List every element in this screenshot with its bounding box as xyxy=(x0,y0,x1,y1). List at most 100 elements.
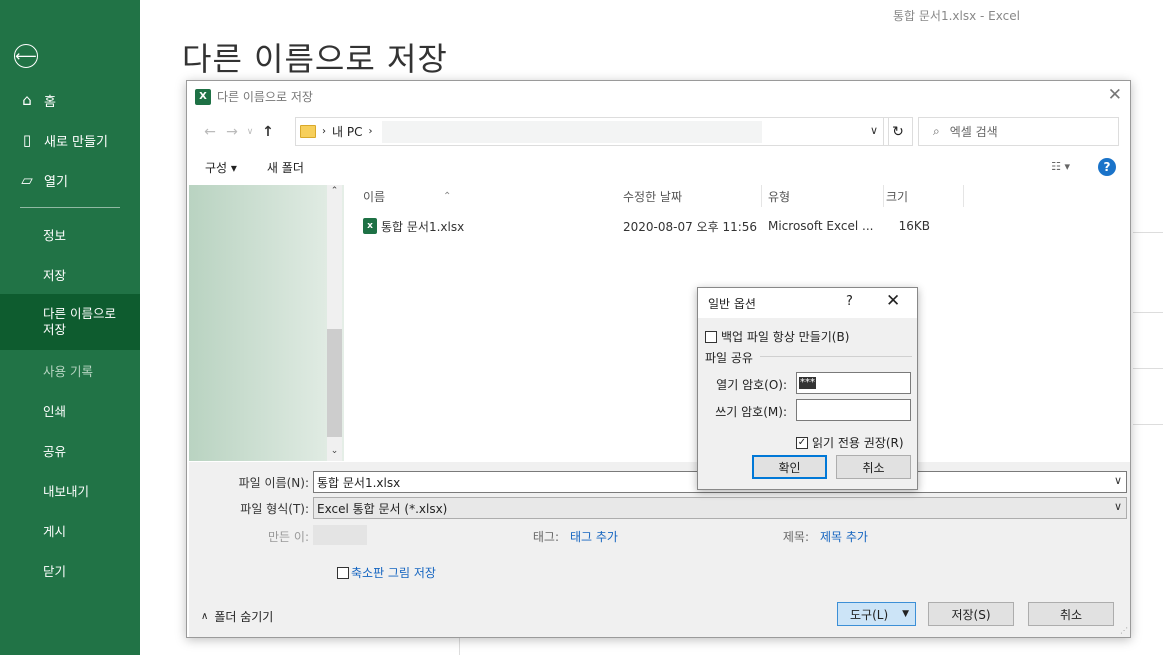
back-arrow-icon[interactable]: ⟵ xyxy=(14,44,38,68)
navigation-bar: ← → ∨ ↑ › 내 PC › ∨ ↻ ⌕ 엑셀 검색 xyxy=(199,117,1119,147)
help-icon[interactable]: ? xyxy=(1098,158,1116,176)
up-arrow-icon[interactable]: ↑ xyxy=(257,124,279,140)
divider xyxy=(1133,232,1163,233)
open-password-input[interactable]: *** xyxy=(796,372,911,394)
navigation-pane[interactable] xyxy=(189,185,344,461)
hide-folders-button[interactable]: ∧ 폴더 숨기기 xyxy=(201,608,273,625)
file-type: Microsoft Excel ... xyxy=(768,219,874,233)
dialog-title: 다른 이름으로 저장 xyxy=(217,90,313,104)
sidebar-item-history[interactable]: 사용 기록 xyxy=(0,350,140,390)
cancel-button[interactable]: 취소 xyxy=(1028,602,1114,626)
filename-label: 파일 이름(N): xyxy=(238,476,309,490)
chevron-down-icon[interactable]: ∨ xyxy=(1114,500,1122,513)
excel-file-icon: x xyxy=(363,218,377,234)
backup-checkbox[interactable]: 백업 파일 항상 만들기(B) xyxy=(705,328,849,345)
author-label: 만든 이: xyxy=(268,530,309,544)
file-row[interactable]: x 통합 문서1.xlsx 2020-08-07 오후 11:56 Micros… xyxy=(363,215,963,237)
sidebar-item-share[interactable]: 공유 xyxy=(0,430,140,470)
title-label: 제목: xyxy=(782,530,809,544)
scrollbar-thumb[interactable] xyxy=(327,329,342,437)
column-date[interactable]: 수정한 날짜 xyxy=(623,188,768,205)
cancel-button[interactable]: 취소 xyxy=(836,455,911,479)
sidebar-item-save[interactable]: 저장 xyxy=(0,254,140,294)
window-title: 통합 문서1.xlsx - Excel xyxy=(893,9,1020,23)
open-folder-icon: ▱ xyxy=(21,171,33,189)
close-icon[interactable]: ✕ xyxy=(886,291,900,311)
add-tags-link[interactable]: 태그 추가 xyxy=(570,528,618,545)
page-title: 다른 이름으로 저장 xyxy=(182,40,448,78)
organize-button[interactable]: 구성 ▾ xyxy=(205,159,237,176)
folder-icon xyxy=(300,125,316,138)
readonly-checkbox[interactable]: ✓ 읽기 전용 권장(R) xyxy=(796,434,904,451)
tags-label: 태그: xyxy=(532,530,559,544)
tools-label: 도구(L) xyxy=(850,607,889,622)
write-password-input[interactable] xyxy=(796,399,911,421)
thumbnail-checkbox[interactable]: 축소판 그림 저장 xyxy=(337,564,436,581)
sort-ascending-icon: ⌃ xyxy=(443,190,452,202)
chevron-right-icon: › xyxy=(368,126,373,137)
sidebar-divider xyxy=(20,207,120,208)
sidebar-item-close[interactable]: 닫기 xyxy=(0,550,140,590)
file-date: 2020-08-07 오후 11:56 xyxy=(623,219,758,234)
sidebar-item-label: 홈 xyxy=(44,94,56,110)
sidebar-item-publish[interactable]: 게시 xyxy=(0,510,140,550)
file-name: 통합 문서1.xlsx xyxy=(381,219,465,234)
back-arrow-icon[interactable]: ← xyxy=(199,124,221,140)
backup-label: 백업 파일 항상 만들기(B) xyxy=(721,330,850,344)
chevron-up-icon: ∧ xyxy=(201,611,209,622)
address-bar[interactable]: › 내 PC › ∨ xyxy=(295,117,889,146)
add-title-link[interactable]: 제목 추가 xyxy=(820,528,868,545)
new-folder-button[interactable]: 새 폴더 xyxy=(267,159,304,176)
chevron-down-icon[interactable]: ∨ xyxy=(1114,474,1122,487)
search-icon: ⌕ xyxy=(933,124,940,138)
dialog-toolbar: 구성 ▾ 새 폴더 ☷ ▾ ? xyxy=(187,154,1130,180)
sidebar-item-info[interactable]: 정보 xyxy=(0,214,140,254)
recent-dropdown-icon[interactable]: ∨ xyxy=(243,127,257,137)
general-options-dialog: 일반 옵션 ? ✕ 백업 파일 항상 만들기(B) 파일 공유 열기 암호(O)… xyxy=(697,287,918,490)
sidebar-item-export[interactable]: 내보내기 xyxy=(0,470,140,510)
filetype-value: Excel 통합 문서 (*.xlsx) xyxy=(317,501,448,516)
file-size: 16KB xyxy=(898,219,930,233)
column-separator xyxy=(963,185,964,207)
checkmark-icon[interactable]: ✓ xyxy=(796,436,808,449)
home-icon: ⌂ xyxy=(22,91,32,109)
save-button[interactable]: 저장(S) xyxy=(928,602,1014,626)
column-name[interactable]: 이름 xyxy=(363,188,443,205)
save-as-dialog: X 다른 이름으로 저장 ✕ ← → ∨ ↑ › 내 PC › ∨ ↻ ⌕ 엑셀… xyxy=(186,80,1131,638)
refresh-button[interactable]: ↻ xyxy=(883,117,913,146)
chevron-down-icon[interactable]: ∨ xyxy=(870,124,878,137)
column-type[interactable]: 유형 xyxy=(768,188,886,205)
file-list-header: 이름 ⌃ 수정한 날짜 유형 크기 xyxy=(363,185,963,207)
help-icon[interactable]: ? xyxy=(846,294,853,309)
sidebar-item-new[interactable]: ▯ 새로 만들기 xyxy=(0,120,140,160)
excel-icon: X xyxy=(195,88,211,105)
tools-button[interactable]: 도구(L) ▼ xyxy=(837,602,916,626)
checkbox[interactable] xyxy=(705,330,717,343)
author-value-redacted[interactable] xyxy=(313,525,367,545)
sidebar-item-home[interactable]: ⌂ 홈 xyxy=(0,80,140,120)
close-icon[interactable]: ✕ xyxy=(1108,85,1122,105)
forward-arrow-icon[interactable]: → xyxy=(221,124,243,140)
backstage-sidebar: ⟵ ⌂ 홈 ▯ 새로 만들기 ▱ 열기 정보 저장 다른 이름으로 저장 사용 … xyxy=(0,0,140,655)
breadcrumb[interactable]: 내 PC xyxy=(332,123,362,140)
view-options-icon[interactable]: ☷ ▾ xyxy=(1051,160,1070,173)
search-input[interactable]: ⌕ 엑셀 검색 xyxy=(918,117,1119,146)
column-separator xyxy=(761,185,762,207)
scroll-up-icon[interactable]: ⌃ xyxy=(327,186,342,196)
filetype-select[interactable]: Excel 통합 문서 (*.xlsx) ∨ xyxy=(313,497,1127,519)
sidebar-item-open[interactable]: ▱ 열기 xyxy=(0,160,140,200)
sidebar-item-save-as[interactable]: 다른 이름으로 저장 xyxy=(0,294,140,350)
checkbox[interactable] xyxy=(337,566,349,579)
write-password-label: 쓰기 암호(M): xyxy=(715,405,787,419)
new-doc-icon: ▯ xyxy=(22,131,32,149)
sidebar-item-print[interactable]: 인쇄 xyxy=(0,390,140,430)
scroll-down-icon[interactable]: ⌄ xyxy=(327,446,342,456)
readonly-label: 읽기 전용 권장(R) xyxy=(812,436,904,450)
refresh-icon: ↻ xyxy=(892,123,904,140)
open-password-value: *** xyxy=(799,377,816,389)
column-size[interactable]: 크기 xyxy=(886,188,946,205)
divider xyxy=(1133,312,1163,313)
ok-button[interactable]: 확인 xyxy=(752,455,827,479)
general-options-title: 일반 옵션 xyxy=(708,297,756,311)
resize-grip-icon[interactable]: ⋰ xyxy=(1120,626,1128,635)
